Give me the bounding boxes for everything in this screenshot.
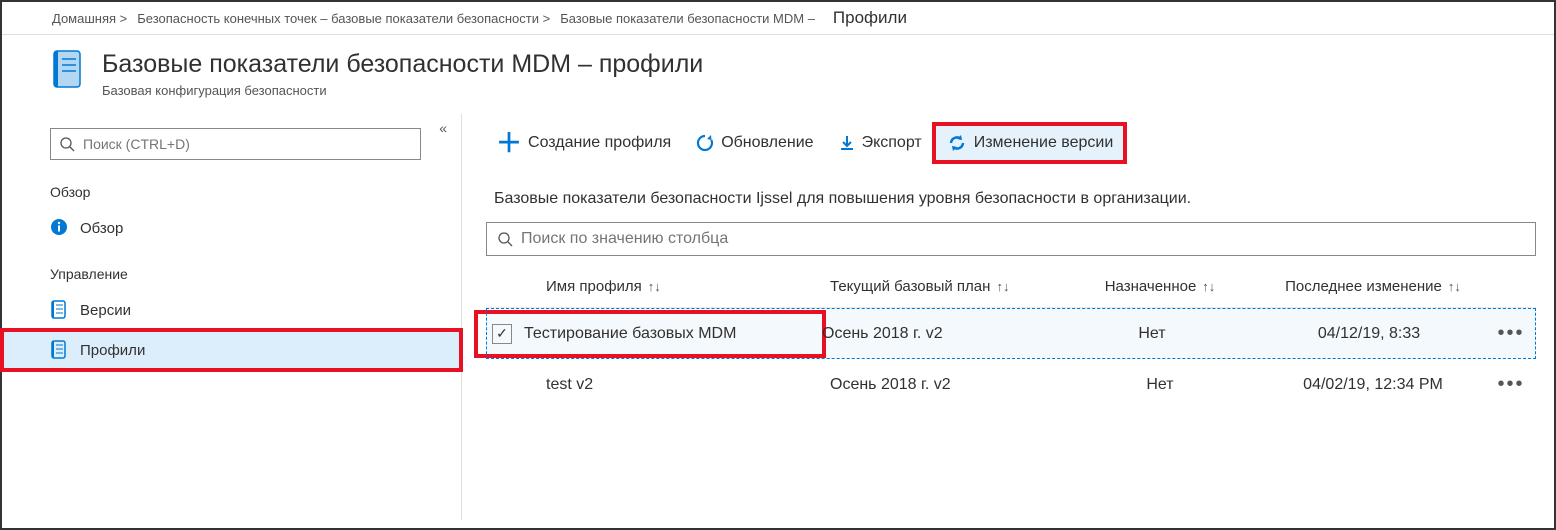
col-assigned[interactable]: Назначенное↑↓ xyxy=(1060,278,1260,295)
column-search-input[interactable] xyxy=(521,230,1525,248)
download-icon xyxy=(838,134,856,152)
sidebar-item-overview[interactable]: Обзор xyxy=(2,208,461,248)
section-overview-label: Обзор xyxy=(2,166,461,208)
document-icon xyxy=(50,300,68,320)
breadcrumb-endpoint[interactable]: Безопасность конечных точек – базовые по… xyxy=(137,11,550,26)
row-name: Тестирование базовых MDM xyxy=(524,325,736,343)
sidebar: « Обзор Обзор Управление Версии xyxy=(2,114,462,520)
document-icon xyxy=(50,49,86,91)
page-title: Базовые показатели безопасности MDM – пр… xyxy=(102,49,703,79)
document-icon xyxy=(50,340,68,360)
plus-icon: ＋ xyxy=(496,134,522,152)
sort-icon[interactable]: ↑↓ xyxy=(1448,279,1461,294)
row-menu-button[interactable]: ••• xyxy=(1486,322,1536,345)
col-name[interactable]: Имя профиля↑↓ xyxy=(540,278,830,295)
export-button[interactable]: Экспорт xyxy=(828,128,932,158)
row-baseline: Осень 2018 г. v2 xyxy=(830,376,1060,394)
toolbar-label: Экспорт xyxy=(862,134,922,152)
search-icon xyxy=(497,231,513,247)
breadcrumb-current: Профили xyxy=(825,8,907,28)
sidebar-item-label: Обзор xyxy=(80,220,123,237)
page-subtitle: Базовая конфигурация безопасности xyxy=(102,83,703,98)
sidebar-item-label: Версии xyxy=(80,302,131,319)
main-content: ＋ Создание профиля Обновление Экспорт И xyxy=(462,114,1554,520)
breadcrumb-mdm[interactable]: Базовые показатели безопасности MDM – xyxy=(560,11,815,26)
row-assigned: Нет xyxy=(1052,325,1252,343)
row-assigned: Нет xyxy=(1060,376,1260,394)
row-modified: 04/12/19, 8:33 xyxy=(1252,325,1486,343)
sort-icon[interactable]: ↑↓ xyxy=(1202,279,1215,294)
sort-icon[interactable]: ↑↓ xyxy=(648,279,661,294)
info-icon xyxy=(50,218,68,238)
sync-icon xyxy=(946,132,968,154)
page-header: Базовые показатели безопасности MDM – пр… xyxy=(2,35,1554,114)
sidebar-item-profiles[interactable]: Профили xyxy=(2,330,461,370)
column-search[interactable] xyxy=(486,222,1536,256)
col-baseline[interactable]: Текущий базовый план↑↓ xyxy=(830,278,1060,295)
create-profile-button[interactable]: ＋ Создание профиля xyxy=(486,128,681,158)
table-row[interactable]: ✓ Тестирование базовых MDM Осень 2018 г.… xyxy=(486,308,1536,359)
toolbar-label: Изменение версии xyxy=(974,134,1114,152)
section-manage-label: Управление xyxy=(2,248,461,290)
col-modified[interactable]: Последнее изменение↑↓ xyxy=(1260,278,1486,295)
description-text: Базовые показатели безопасности Ijssel д… xyxy=(486,170,1536,222)
table-header: Имя профиля↑↓ Текущий базовый план↑↓ Наз… xyxy=(486,266,1536,308)
breadcrumb-home[interactable]: Домашняя > xyxy=(52,11,127,26)
sidebar-search-input[interactable] xyxy=(83,136,412,152)
breadcrumb: Домашняя > Безопасность конечных точек –… xyxy=(2,2,1554,35)
sidebar-item-versions[interactable]: Версии xyxy=(2,290,461,330)
toolbar-label: Обновление xyxy=(721,134,813,152)
sidebar-item-label: Профили xyxy=(80,342,145,359)
change-version-button[interactable]: Изменение версии xyxy=(936,126,1124,160)
sort-icon[interactable]: ↑↓ xyxy=(996,279,1009,294)
row-checkbox[interactable]: ✓ xyxy=(492,324,512,344)
refresh-icon xyxy=(695,133,715,153)
toolbar: ＋ Создание профиля Обновление Экспорт И xyxy=(486,120,1536,170)
sidebar-search[interactable] xyxy=(50,128,421,160)
refresh-button[interactable]: Обновление xyxy=(685,127,823,159)
row-menu-button[interactable]: ••• xyxy=(1486,373,1536,396)
collapse-icon[interactable]: « xyxy=(439,120,447,136)
row-modified: 04/02/19, 12:34 PM xyxy=(1260,376,1486,394)
row-baseline: Осень 2018 г. v2 xyxy=(822,325,1052,343)
search-icon xyxy=(59,136,75,152)
profiles-table: Имя профиля↑↓ Текущий базовый план↑↓ Наз… xyxy=(486,266,1536,410)
table-row[interactable]: test v2 Осень 2018 г. v2 Нет 04/02/19, 1… xyxy=(486,359,1536,410)
row-name: test v2 xyxy=(540,376,830,394)
toolbar-label: Создание профиля xyxy=(528,134,671,152)
